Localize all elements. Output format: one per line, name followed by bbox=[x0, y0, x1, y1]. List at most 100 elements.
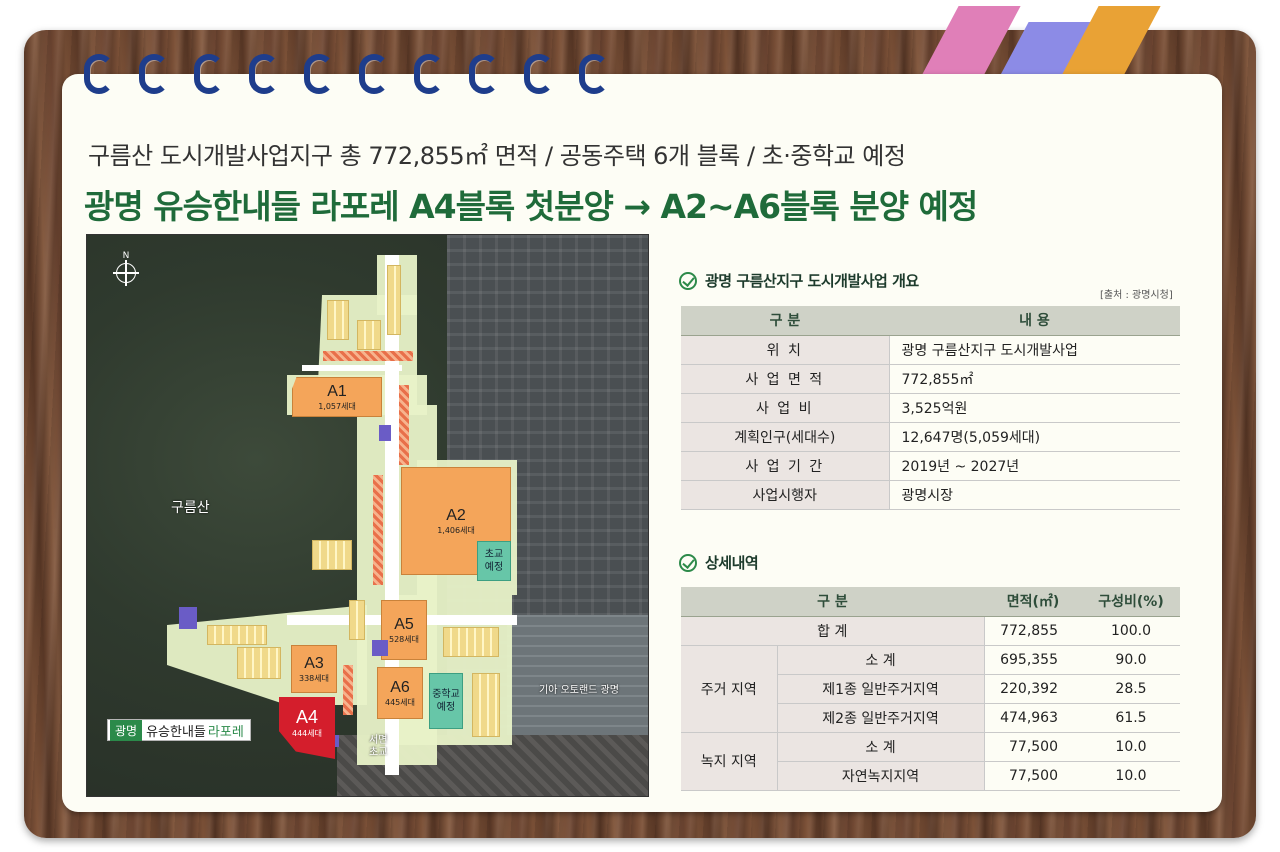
table-cell-value: 772,855㎡ bbox=[889, 364, 1180, 394]
site-map: A1 1,057세대 A2 1,406세대 초교 예정 A5 528세대 A3 … bbox=[86, 234, 649, 797]
table-header: 구 분 bbox=[681, 587, 984, 617]
block-name: A1 bbox=[327, 382, 347, 400]
map-housing bbox=[443, 627, 499, 657]
table-cell-label: 합 계 bbox=[681, 616, 985, 646]
binder-ring bbox=[84, 54, 114, 94]
map-factory-area bbox=[507, 615, 648, 735]
block-households: 444세대 bbox=[292, 729, 322, 738]
table-row: 위 치 광명 구름산지구 도시개발사업 bbox=[681, 335, 1180, 365]
map-housing bbox=[327, 300, 349, 340]
table-cell-area: 220,392 bbox=[984, 674, 1082, 704]
school-label: 중학교 bbox=[432, 689, 460, 700]
table-cell-area: 77,500 bbox=[984, 761, 1082, 791]
binder-rings bbox=[84, 54, 609, 100]
binder-ring bbox=[304, 54, 334, 94]
table-row: 사업시행자 광명시장 bbox=[681, 480, 1180, 510]
binder-ring bbox=[414, 54, 444, 94]
map-housing bbox=[207, 625, 267, 645]
binder-ring bbox=[524, 54, 554, 94]
map-label-kia: 기아 오토랜드 광명 bbox=[539, 685, 619, 696]
block-name: A4 bbox=[295, 707, 319, 727]
map-commercial bbox=[323, 351, 413, 361]
binder-ring bbox=[579, 54, 609, 94]
school-label: 예정 bbox=[436, 702, 456, 713]
table-header: 구성비(%) bbox=[1082, 587, 1180, 617]
detail-title-text: 상세내역 bbox=[705, 554, 759, 572]
map-block-a1: A1 1,057세대 bbox=[292, 377, 382, 417]
table-cell-value: 광명 구름산지구 도시개발사업 bbox=[889, 335, 1180, 365]
table-cell-ratio: 90.0 bbox=[1082, 645, 1180, 675]
table-header: 내 용 bbox=[889, 306, 1180, 336]
check-circle-icon bbox=[679, 271, 697, 290]
table-row: 녹지 지역 소 계 77,500 10.0 bbox=[681, 732, 1180, 791]
table-cell-ratio: 28.5 bbox=[1082, 674, 1180, 704]
table-row: 합 계 772,855 100.0 bbox=[681, 616, 1180, 646]
detail-title: 상세내역 bbox=[679, 552, 759, 573]
compass-icon bbox=[113, 260, 139, 286]
map-housing bbox=[387, 265, 401, 335]
table-cell-area: 772,855 bbox=[984, 616, 1082, 646]
map-middle-school: 중학교 예정 bbox=[429, 673, 463, 729]
table-cell-value: 광명시장 bbox=[889, 480, 1180, 510]
table-header: 면적(㎡) bbox=[984, 587, 1082, 617]
table-cell-ratio: 10.0 bbox=[1082, 761, 1180, 791]
overview-title-text: 광명 구름산지구 도시개발사업 개요 bbox=[705, 272, 919, 290]
binder-ring bbox=[469, 54, 499, 94]
table-cell-key: 사 업 면 적 bbox=[681, 364, 890, 394]
map-label-mountain: 구름산 bbox=[171, 500, 210, 516]
source-note: [출처 : 광명시청] bbox=[1100, 290, 1173, 301]
map-road bbox=[302, 365, 402, 371]
north-arrow: N bbox=[113, 251, 139, 286]
table-cell-ratio: 100.0 bbox=[1082, 616, 1180, 646]
table-row: 사 업 기 간 2019년 ~ 2027년 bbox=[681, 451, 1180, 481]
table-row: 주거 지역 소 계 695,355 90.0 bbox=[681, 645, 1180, 733]
block-households: 445세대 bbox=[385, 697, 415, 707]
map-block-a6: A6 445세대 bbox=[377, 667, 423, 719]
callout-prefix: 광명 bbox=[110, 719, 143, 741]
table-cell-label: 소 계 bbox=[777, 732, 985, 762]
table-cell-area: 695,355 bbox=[984, 645, 1082, 675]
block-name: A2 bbox=[446, 506, 466, 524]
table-cell-key: 사 업 비 bbox=[681, 393, 890, 423]
table-row: 사 업 면 적 772,855㎡ bbox=[681, 364, 1180, 394]
table-header: 구 분 bbox=[681, 306, 889, 336]
table-row: 사 업 비 3,525억원 bbox=[681, 393, 1180, 423]
map-commercial bbox=[399, 385, 409, 465]
school-label: 서면 bbox=[369, 735, 388, 746]
binder-ring bbox=[139, 54, 169, 94]
block-households: 1,057세대 bbox=[318, 401, 356, 411]
table-cell-label: 제1종 일반주거지역 bbox=[777, 674, 985, 704]
map-commercial bbox=[343, 665, 353, 715]
table-cell-ratio: 61.5 bbox=[1082, 703, 1180, 733]
table-cell-area: 77,500 bbox=[984, 732, 1082, 762]
map-housing bbox=[312, 540, 352, 570]
detail-table: 구 분 면적(㎡) 구성비(%) 합 계 772,855 100.0 주거 지역… bbox=[681, 587, 1180, 791]
map-commercial bbox=[373, 475, 383, 585]
project-callout: 광명 유승한내들 라포레 bbox=[107, 719, 251, 741]
block-households: 528세대 bbox=[389, 634, 419, 644]
table-cell-value: 3,525억원 bbox=[889, 393, 1180, 423]
table-cell-label: 제2종 일반주거지역 bbox=[777, 703, 985, 733]
table-cell-key: 사 업 기 간 bbox=[681, 451, 890, 481]
map-block-a3: A3 338세대 bbox=[291, 645, 337, 693]
map-block-a4: A4 444세대 bbox=[279, 697, 335, 759]
school-label: 초교 bbox=[369, 747, 388, 758]
block-households: 1,406세대 bbox=[437, 525, 475, 535]
callout-brand: 유승한내들 bbox=[146, 724, 206, 740]
school-label: 예정 bbox=[484, 562, 504, 573]
table-cell-value: 12,647명(5,059세대) bbox=[889, 422, 1180, 452]
table-cell-key: 위 치 bbox=[681, 335, 890, 365]
map-label-seomyeon-school: 서면 초교 bbox=[369, 735, 387, 759]
map-public-facility bbox=[372, 640, 388, 656]
block-households: 338세대 bbox=[299, 673, 329, 683]
check-circle-icon bbox=[679, 553, 697, 572]
map-housing bbox=[237, 647, 281, 679]
map-housing bbox=[472, 673, 500, 737]
table-cell-group: 주거 지역 bbox=[681, 645, 778, 733]
map-public-facility bbox=[179, 607, 197, 629]
map-elementary-school: 초교 예정 bbox=[477, 541, 511, 581]
table-cell-value: 2019년 ~ 2027년 bbox=[889, 451, 1180, 481]
map-public-facility bbox=[379, 425, 391, 441]
table-cell-key: 사업시행자 bbox=[681, 480, 890, 510]
binder-ring bbox=[194, 54, 224, 94]
